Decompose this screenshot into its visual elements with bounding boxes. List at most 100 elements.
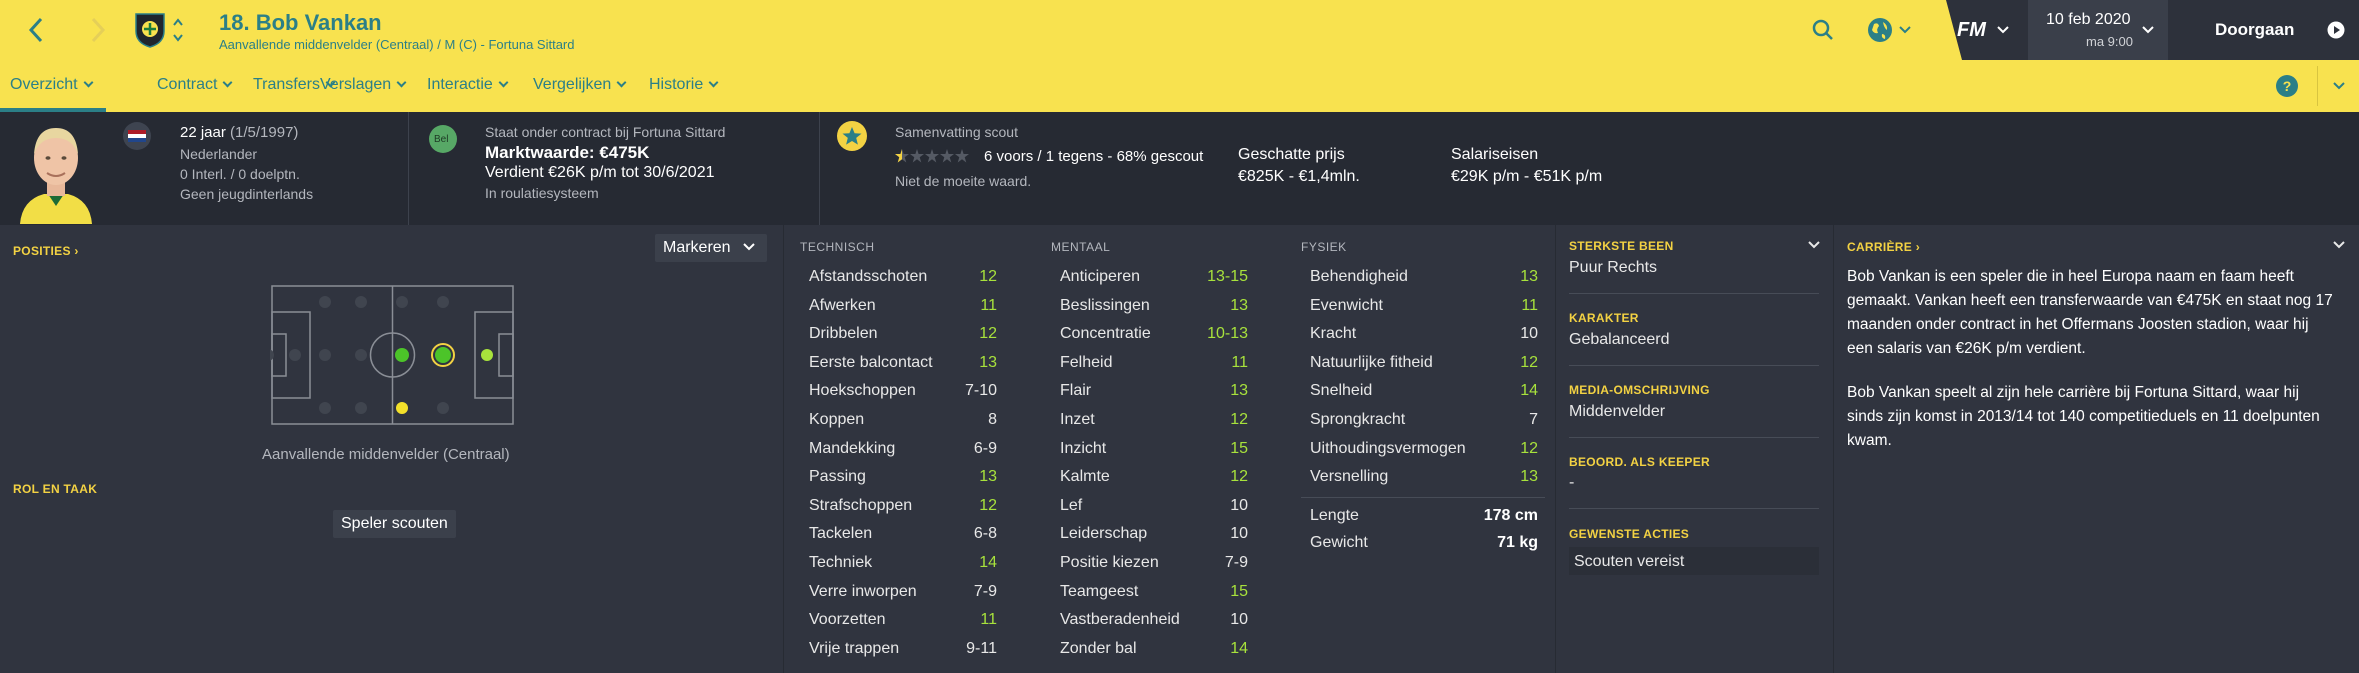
- rating-star-icon: [910, 149, 924, 163]
- attribute-row[interactable]: Inzicht 15: [1060, 435, 1248, 463]
- attribute-value: 6-8: [973, 525, 997, 543]
- continue-button[interactable]: Doorgaan: [2215, 20, 2294, 40]
- forward-icon[interactable]: [86, 12, 110, 48]
- attribute-name: Strafschoppen: [809, 496, 913, 514]
- attribute-value: 10: [1230, 525, 1248, 543]
- club-switch-icon[interactable]: [171, 14, 185, 46]
- tab-contract[interactable]: Contract: [157, 76, 233, 94]
- career-paragraph-1: Bob Vankan is een speler die in heel Eur…: [1847, 268, 2333, 357]
- fm-chevron-icon[interactable]: [1996, 24, 2010, 36]
- attribute-value: 6-9: [973, 439, 997, 457]
- globe-chevron-icon[interactable]: [1898, 24, 1912, 36]
- media-value: Middenvelder: [1569, 403, 1666, 420]
- attribute-row[interactable]: Strafschoppen 12: [809, 492, 997, 520]
- attribute-row[interactable]: Concentratie 10-13: [1060, 320, 1248, 348]
- globe-icon[interactable]: [1864, 14, 1896, 46]
- scout-star-icon: [836, 120, 868, 152]
- attribute-row[interactable]: Tackelen 6-8: [809, 520, 997, 548]
- scout-summary: 6 voors / 1 tegens - 68% gescout: [984, 148, 1204, 165]
- attribute-row[interactable]: Hoekschoppen 7-10: [809, 377, 997, 405]
- club-badge-icon[interactable]: [132, 10, 168, 50]
- attribute-row[interactable]: Sprongkracht 7: [1310, 406, 1538, 434]
- attribute-name: Techniek: [809, 554, 873, 571]
- career-collapse-icon[interactable]: [2331, 238, 2347, 252]
- attribute-row[interactable]: Mandekking 6-9: [809, 435, 997, 463]
- attribute-row[interactable]: Versnelling 13: [1310, 463, 1538, 491]
- attribute-row[interactable]: Snelheid 14: [1310, 377, 1538, 405]
- attribute-row[interactable]: Verre inworpen 7-9: [809, 578, 997, 606]
- continue-arrow-icon[interactable]: [2326, 20, 2346, 40]
- attribute-value: 12: [1520, 439, 1538, 457]
- back-icon[interactable]: [24, 12, 48, 48]
- attribute-name: Mandekking: [809, 439, 896, 457]
- flag-icon: [122, 121, 152, 151]
- scout-player-button[interactable]: Speler scouten: [333, 510, 456, 538]
- attribute-name: Lef: [1060, 496, 1083, 514]
- attribute-row[interactable]: Natuurlijke fitheid 12: [1310, 349, 1538, 377]
- attribute-row[interactable]: Lef 10: [1060, 492, 1248, 520]
- search-icon[interactable]: [1808, 15, 1838, 45]
- attribute-name: Inzicht: [1060, 439, 1107, 457]
- attribute-row[interactable]: Passing 13: [809, 463, 997, 491]
- career-heading[interactable]: CARRIÈRE ›: [1847, 240, 1920, 254]
- attribute-name: Kracht: [1310, 325, 1357, 343]
- rating-star-icon: [940, 149, 954, 163]
- info-bar: [0, 112, 2359, 225]
- tab-overzicht[interactable]: Overzicht: [10, 76, 94, 94]
- tab-historie[interactable]: Historie: [649, 76, 719, 94]
- attribute-row[interactable]: Leiderschap 10: [1060, 520, 1248, 548]
- attribute-name: Voorzetten: [809, 611, 886, 629]
- attribute-row[interactable]: Vrije trappen 9-11: [809, 635, 997, 663]
- attribute-row[interactable]: Afstandsschoten 12: [809, 263, 997, 291]
- attribute-row[interactable]: Techniek 14: [809, 549, 997, 577]
- tab-vergelijken[interactable]: Vergelijken: [533, 76, 627, 94]
- attribute-row[interactable]: Kracht 10: [1310, 320, 1538, 348]
- attribute-row[interactable]: Afwerken 11: [809, 292, 997, 320]
- info-divider-1: [408, 112, 409, 225]
- mental-heading: MENTAAL: [1051, 240, 1111, 254]
- current-date[interactable]: 10 feb 2020: [2046, 11, 2131, 29]
- positions-heading[interactable]: POSITIES ›: [13, 244, 79, 258]
- fm-logo[interactable]: FM: [1957, 19, 1986, 42]
- physical-heading: FYSIEK: [1301, 240, 1347, 254]
- attribute-row[interactable]: Kalmte 12: [1060, 463, 1248, 491]
- player-subtitle[interactable]: Aanvallende middenvelder (Centraal) / M …: [219, 37, 574, 52]
- attribute-value: 11: [980, 611, 997, 629]
- tab-interactie[interactable]: Interactie: [427, 76, 509, 94]
- attribute-name: Zonder bal: [1060, 639, 1137, 657]
- attribute-row[interactable]: Anticiperen 13-15: [1060, 263, 1248, 291]
- attribute-row[interactable]: Zonder bal 14: [1060, 635, 1248, 663]
- help-icon[interactable]: ?: [2275, 74, 2299, 98]
- date-chevron-icon[interactable]: [2141, 24, 2155, 36]
- svg-text:?: ?: [2283, 78, 2292, 94]
- attribute-row[interactable]: Uithoudingsvermogen 12: [1310, 435, 1538, 463]
- player-birthdate: (1/5/1997): [230, 124, 299, 141]
- attribute-name: Positie kiezen: [1060, 554, 1159, 571]
- attribute-name: Felheid: [1060, 353, 1113, 371]
- attribute-row[interactable]: Teamgeest 15: [1060, 578, 1248, 606]
- attribute-row[interactable]: Felheid 11: [1060, 349, 1248, 377]
- attribute-row[interactable]: Koppen 8: [809, 406, 997, 434]
- attribute-name: Natuurlijke fitheid: [1310, 353, 1433, 371]
- action-item[interactable]: Scouten vereist: [1574, 553, 1684, 571]
- attribute-value: 12: [979, 268, 997, 285]
- attribute-row[interactable]: Dribbelen 12: [809, 320, 997, 348]
- attribute-row[interactable]: Beslissingen 13: [1060, 292, 1248, 320]
- attribute-row[interactable]: Positie kiezen 7-9: [1060, 549, 1248, 577]
- mark-dropdown[interactable]: Markeren: [655, 234, 767, 262]
- position-label: Aanvallende middenvelder (Centraal): [262, 446, 510, 463]
- attribute-name: Anticiperen: [1060, 268, 1141, 285]
- attribute-row[interactable]: Voorzetten 11: [809, 606, 997, 634]
- attribute-row[interactable]: Eerste balcontact 13: [809, 349, 997, 377]
- side-divider-2: [1569, 365, 1819, 366]
- attribute-row[interactable]: Behendigheid 13: [1310, 263, 1538, 291]
- attribute-row[interactable]: Evenwicht 11: [1310, 292, 1538, 320]
- tab-verslagen[interactable]: Verslagen: [320, 76, 407, 94]
- attribute-row[interactable]: Inzet 12: [1060, 406, 1248, 434]
- foot-collapse-icon[interactable]: [1806, 238, 1822, 252]
- attribute-name: Behendigheid: [1310, 268, 1408, 285]
- attribute-row[interactable]: Vastberadenheid 10: [1060, 606, 1248, 634]
- attribute-value: 7-10: [964, 382, 997, 400]
- attribute-row[interactable]: Flair 13: [1060, 377, 1248, 405]
- nav-expand-chevron-icon[interactable]: [2331, 80, 2347, 92]
